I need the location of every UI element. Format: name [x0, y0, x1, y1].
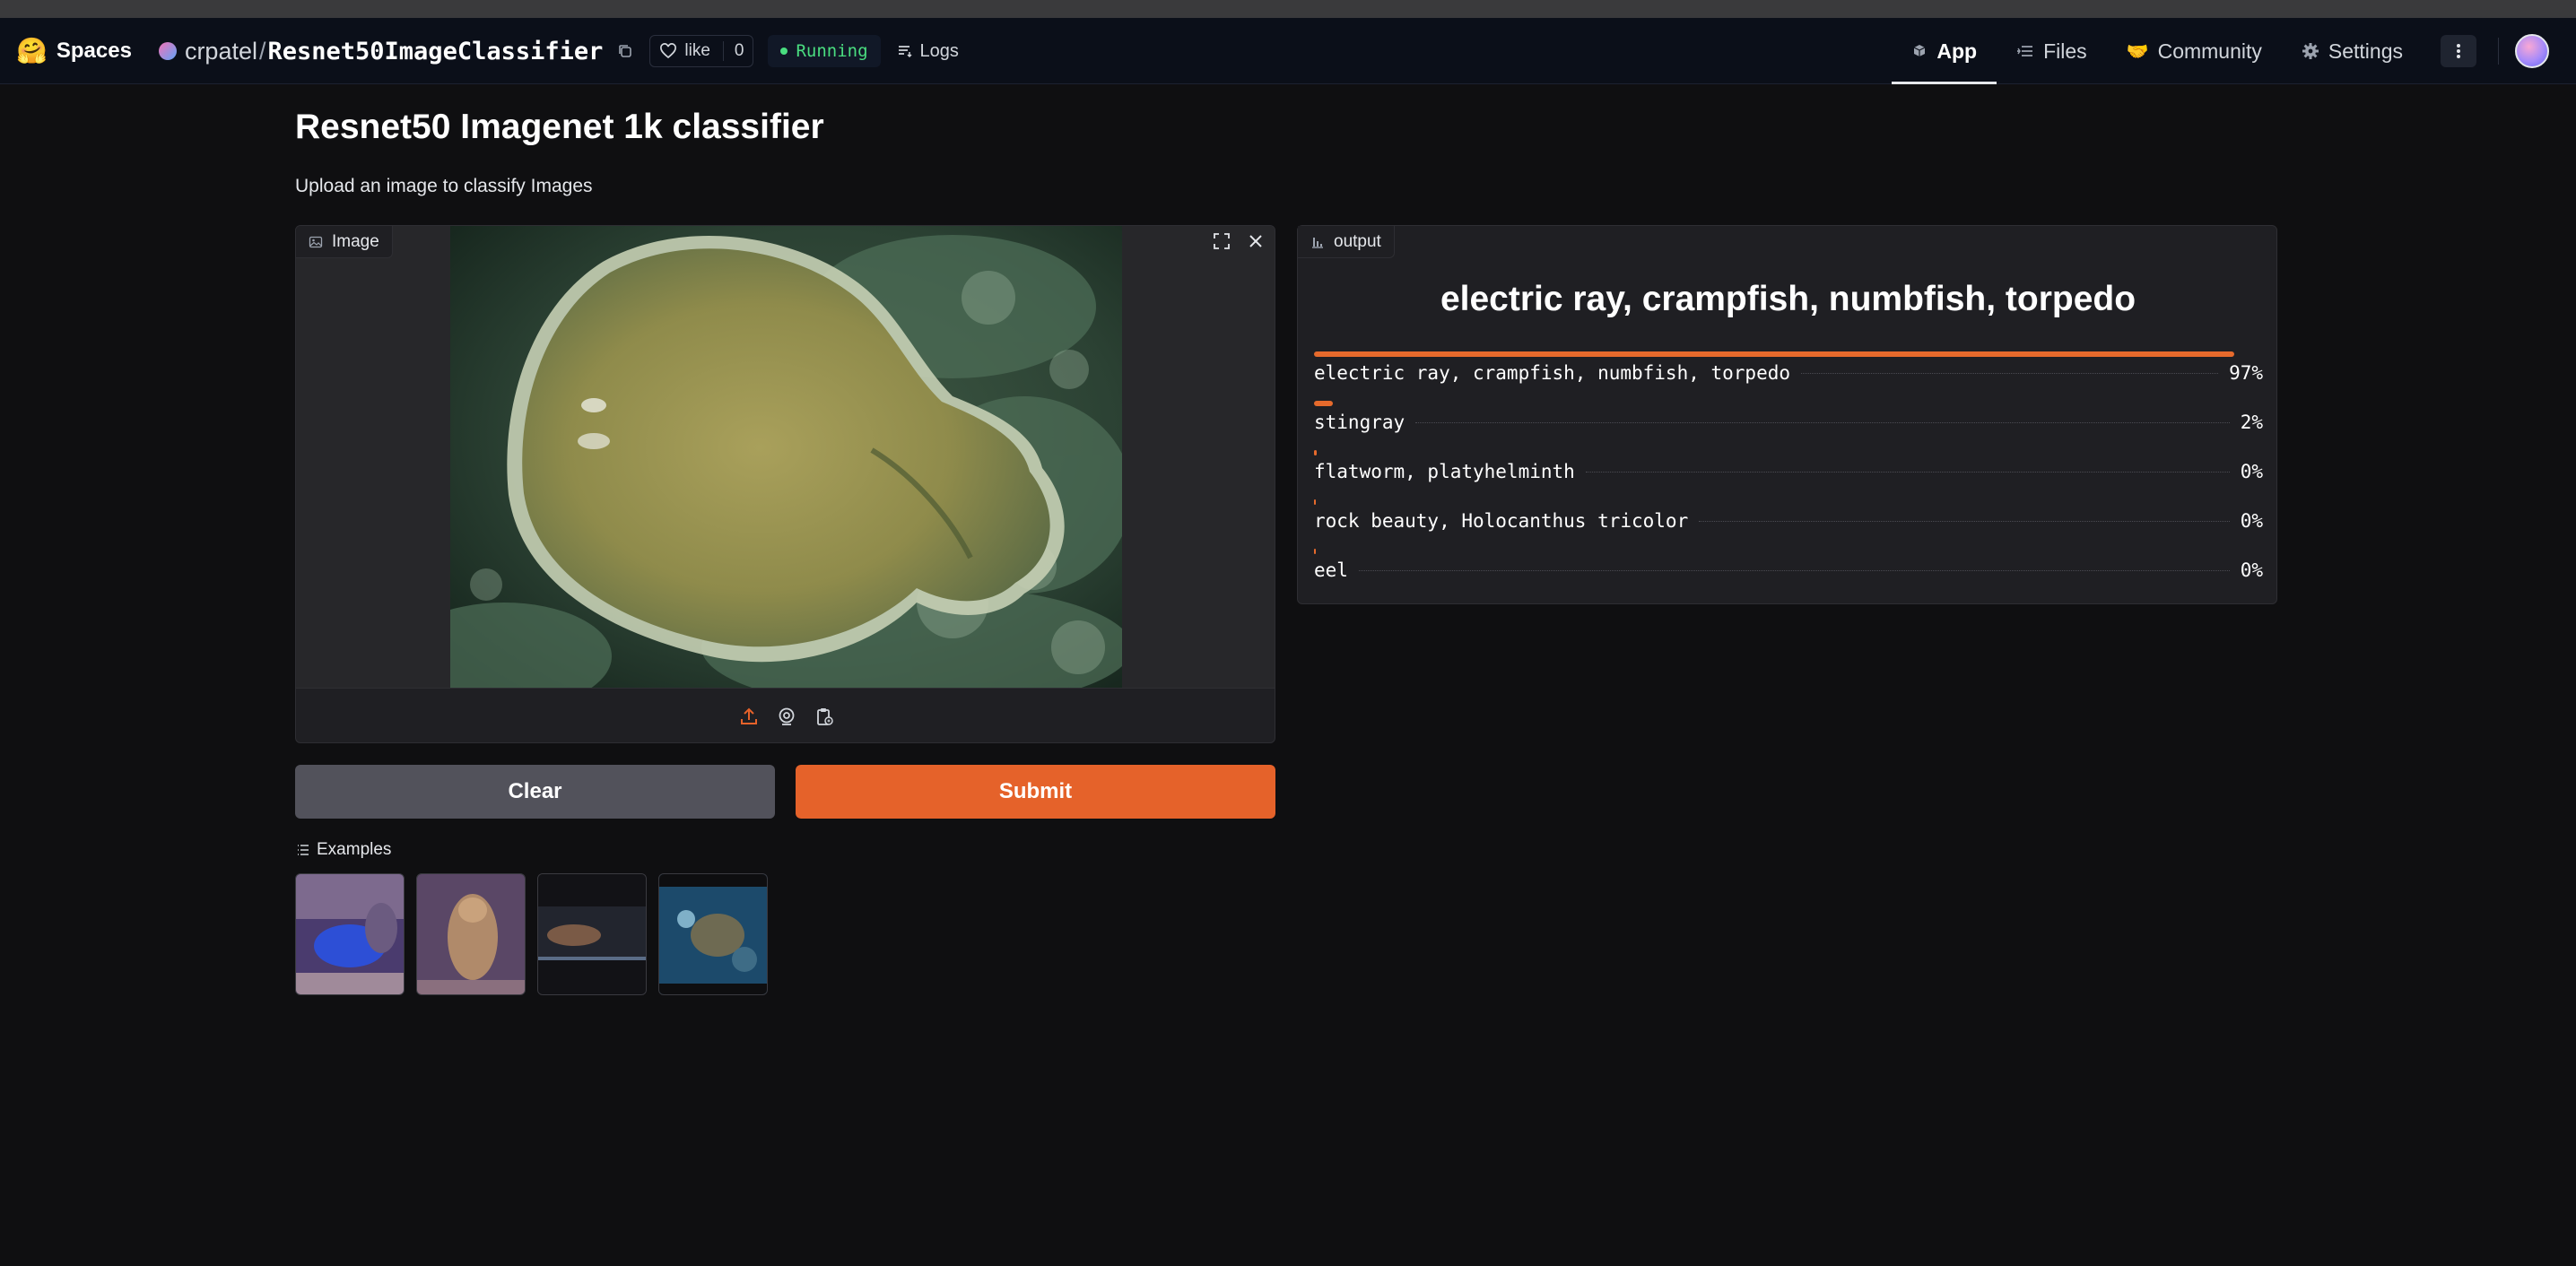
gear-icon	[2302, 43, 2319, 59]
webcam-icon[interactable]	[775, 705, 798, 728]
dotted-leader	[1699, 521, 2230, 522]
confidence-percent: 0%	[2240, 559, 2263, 581]
confidence-line: stingray 2%	[1314, 412, 2263, 433]
confidence-bar	[1314, 499, 1316, 505]
confidence-bar	[1314, 450, 1317, 455]
example-thumbnail[interactable]	[658, 873, 768, 995]
dotted-leader	[1415, 422, 2230, 423]
like-count: 0	[722, 41, 744, 61]
page-title: Resnet50 Imagenet 1k classifier	[295, 108, 824, 146]
space-header: 🤗 Spaces crpatel / Resnet50ImageClassifi…	[0, 18, 2576, 84]
example-thumbnail[interactable]	[537, 873, 647, 995]
image-source-toolbar	[296, 688, 1275, 742]
browser-top-strip	[0, 0, 2576, 18]
files-icon	[2017, 46, 2033, 56]
tab-settings[interactable]: Settings	[2282, 18, 2423, 84]
uploaded-image	[450, 226, 1122, 688]
status-label: Running	[796, 41, 868, 61]
confidence-percent: 0%	[2240, 461, 2263, 482]
heart-icon	[660, 43, 677, 59]
confidence-label: flatworm, platyhelminth	[1314, 461, 1575, 482]
clear-button[interactable]: Clear	[295, 765, 775, 819]
confidence-row[interactable]: eel 0%	[1314, 549, 2263, 598]
spaces-link[interactable]: Spaces	[57, 39, 132, 64]
confidence-bar	[1314, 351, 2234, 357]
owner-avatar	[158, 42, 177, 60]
confidence-label: electric ray, crampfish, numbfish, torpe…	[1314, 362, 1791, 384]
confidence-line: rock beauty, Holocanthus tricolor 0%	[1314, 510, 2263, 532]
image-tools	[1210, 230, 1267, 253]
header-divider	[2498, 38, 2499, 65]
confidence-percent: 0%	[2240, 510, 2263, 532]
examples-header: Examples	[297, 840, 391, 860]
tab-app-label: App	[1936, 39, 1978, 63]
copy-icon[interactable]	[615, 41, 635, 61]
tab-files[interactable]: Files	[1997, 18, 2107, 84]
confidence-row[interactable]: rock beauty, Holocanthus tricolor 0%	[1314, 499, 2263, 549]
confidence-row[interactable]: stingray 2%	[1314, 401, 2263, 450]
repo-name-link[interactable]: Resnet50ImageClassifier	[268, 38, 604, 65]
like-label: like	[684, 41, 710, 60]
image-panel-label: Image	[296, 226, 393, 258]
fullscreen-icon[interactable]	[1210, 230, 1233, 253]
user-avatar[interactable]	[2515, 34, 2549, 68]
logs-label: Logs	[919, 40, 959, 61]
confidence-row[interactable]: flatworm, platyhelminth 0%	[1314, 450, 2263, 499]
status-badge[interactable]: Running	[768, 35, 881, 67]
confidence-row[interactable]: electric ray, crampfish, numbfish, torpe…	[1314, 351, 2263, 401]
list-icon	[298, 845, 309, 855]
tab-settings-label: Settings	[2328, 39, 2403, 63]
confidence-bar	[1314, 549, 1316, 554]
tab-app[interactable]: App	[1892, 18, 1997, 84]
tab-files-label: Files	[2043, 39, 2087, 63]
confidence-percent: 97%	[2229, 362, 2263, 384]
dotted-leader	[1585, 472, 2230, 473]
image-label-text: Image	[332, 231, 379, 251]
cube-icon	[1914, 45, 1926, 56]
output-panel: output electric ray, crampfish, numbfish…	[1297, 225, 2277, 604]
confidence-list: electric ray, crampfish, numbfish, torpe…	[1314, 351, 2263, 598]
output-label-text: output	[1334, 231, 1381, 251]
output-panel-label: output	[1298, 226, 1395, 258]
example-thumbnail[interactable]	[416, 873, 526, 995]
example-thumbnail[interactable]	[295, 873, 405, 995]
confidence-label: stingray	[1314, 412, 1405, 433]
tab-community[interactable]: 🤝 Community	[2107, 18, 2282, 84]
header-right: App Files 🤝 Community Settings	[1892, 18, 2576, 84]
more-options-button[interactable]	[2441, 35, 2476, 67]
page-description: Upload an image to classify Images	[295, 176, 593, 196]
community-icon: 🤝	[2126, 41, 2149, 62]
header-left: 🤗 Spaces crpatel / Resnet50ImageClassifi…	[16, 18, 966, 84]
bar-chart-icon	[1312, 237, 1323, 248]
confidence-line: eel 0%	[1314, 559, 2263, 581]
path-separator: /	[258, 37, 266, 65]
status-dot-icon	[780, 48, 788, 55]
image-icon	[309, 236, 323, 247]
image-input-panel: Image	[295, 225, 1275, 743]
dotted-leader	[1801, 373, 2219, 374]
image-drop-area[interactable]	[296, 226, 1275, 688]
examples-label: Examples	[317, 840, 392, 859]
confidence-percent: 2%	[2240, 412, 2263, 433]
examples-gallery	[295, 873, 768, 995]
close-icon[interactable]	[1244, 230, 1267, 253]
clipboard-icon[interactable]	[813, 705, 836, 728]
logs-icon	[898, 46, 912, 58]
confidence-line: flatworm, platyhelminth 0%	[1314, 461, 2263, 482]
owner-link[interactable]: crpatel	[185, 38, 257, 65]
upload-icon[interactable]	[737, 705, 761, 728]
tab-community-label: Community	[2157, 39, 2262, 63]
dotted-leader	[1358, 570, 2230, 571]
kebab-icon	[2457, 44, 2460, 58]
submit-button[interactable]: Submit	[796, 765, 1275, 819]
logs-button[interactable]: Logs	[890, 35, 966, 67]
top-prediction-label: electric ray, crampfish, numbfish, torpe…	[1440, 280, 2137, 318]
hugging-face-logo-icon[interactable]: 🤗	[16, 39, 48, 64]
confidence-line: electric ray, crampfish, numbfish, torpe…	[1314, 362, 2263, 384]
confidence-label: eel	[1314, 559, 1348, 581]
confidence-label: rock beauty, Holocanthus tricolor	[1314, 510, 1689, 532]
confidence-bar	[1314, 401, 1333, 406]
like-button[interactable]: like 0	[649, 35, 754, 67]
